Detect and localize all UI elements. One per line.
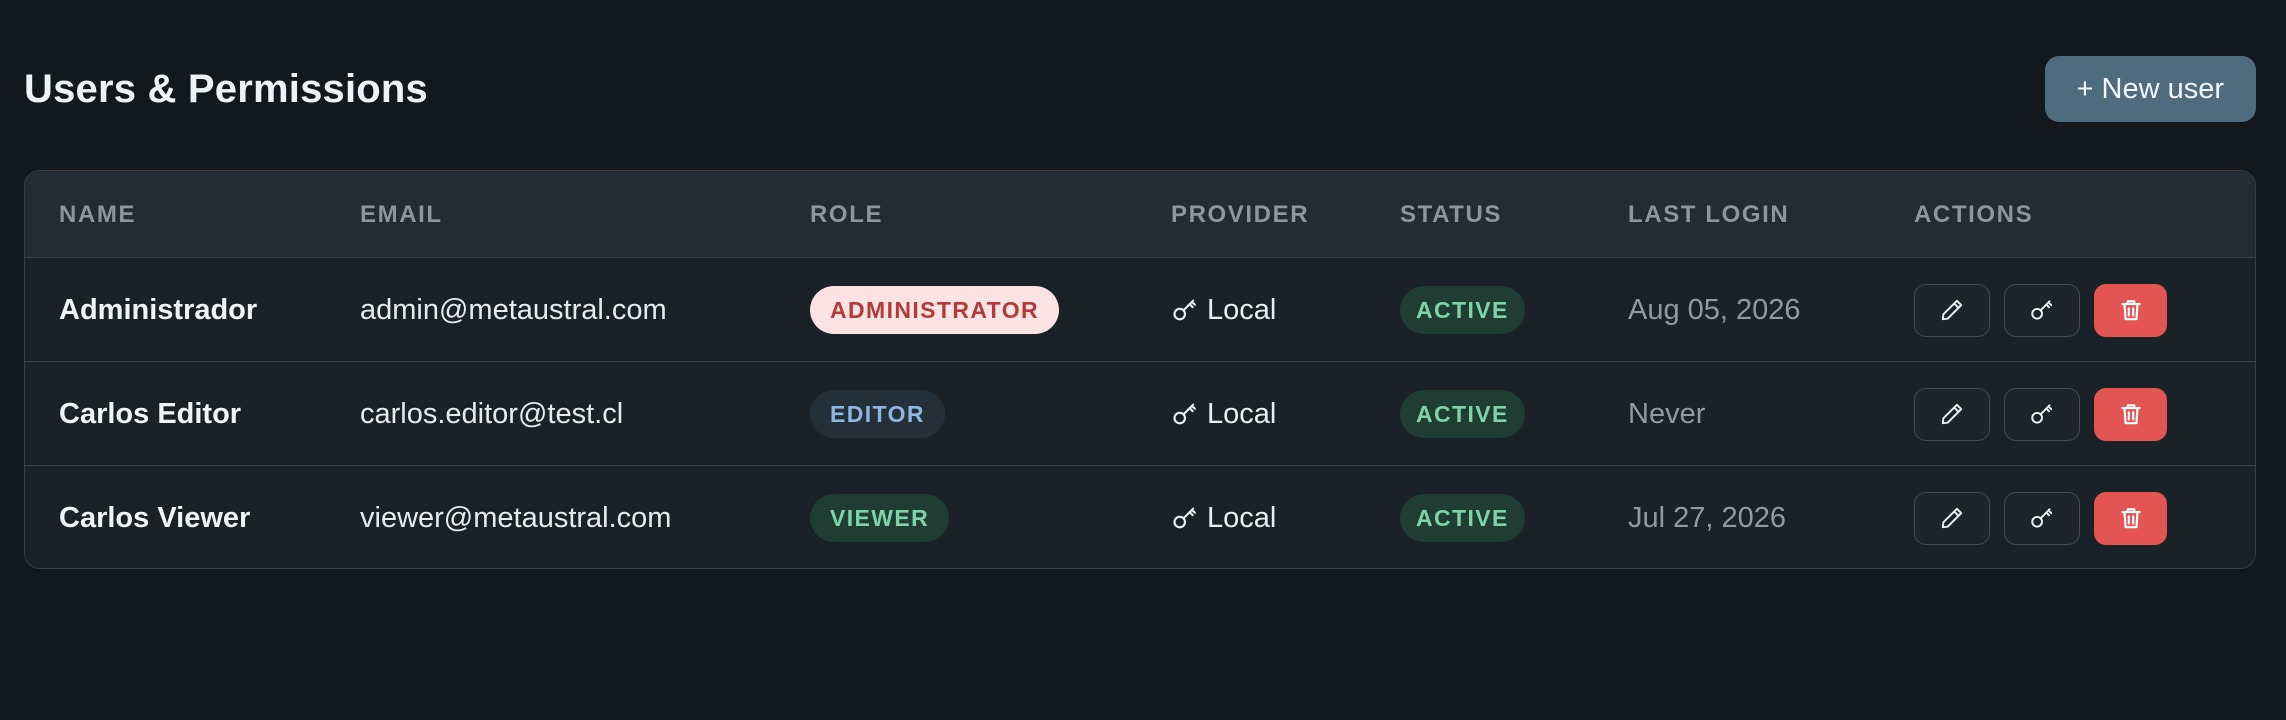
column-header-role[interactable]: ROLE — [810, 171, 883, 258]
row-actions — [1914, 491, 2167, 545]
provider-label: Local — [1207, 501, 1277, 534]
page-header: Users & Permissions + New user — [24, 56, 2256, 122]
column-header-email[interactable]: EMAIL — [360, 171, 443, 258]
user-name: Carlos Viewer — [59, 501, 251, 534]
users-permissions-page: Users & Permissions + New user NAME EMAI… — [0, 0, 2286, 720]
last-login: Jul 27, 2026 — [1628, 501, 1787, 534]
key-icon — [2029, 401, 2055, 427]
reset-password-button[interactable] — [2004, 491, 2080, 545]
column-header-name[interactable]: NAME — [59, 171, 136, 258]
key-icon — [1171, 296, 1199, 324]
trash-icon — [2118, 505, 2144, 531]
provider-label: Local — [1207, 397, 1277, 430]
user-email: carlos.editor@test.cl — [360, 397, 624, 430]
provider: Local — [1171, 294, 1276, 327]
edit-user-button[interactable] — [1914, 387, 1990, 441]
row-actions — [1914, 283, 2167, 337]
provider: Local — [1171, 398, 1276, 431]
last-login: Aug 05, 2026 — [1628, 293, 1801, 326]
new-user-button[interactable]: + New user — [2044, 56, 2256, 122]
trash-icon — [2118, 297, 2144, 323]
role-badge: VIEWER — [810, 494, 950, 542]
pencil-icon — [1939, 505, 1965, 531]
role-badge: EDITOR — [810, 390, 945, 438]
key-icon — [1171, 400, 1199, 428]
column-header-provider[interactable]: PROVIDER — [1171, 171, 1309, 258]
reset-password-button[interactable] — [2004, 283, 2080, 337]
edit-user-button[interactable] — [1914, 491, 1990, 545]
user-name: Carlos Editor — [59, 397, 242, 430]
users-table: NAME EMAIL ROLE PROVIDER STATUS LAST LOG… — [24, 170, 2256, 569]
key-icon — [2029, 505, 2055, 531]
column-header-last-login[interactable]: LAST LOGIN — [1628, 171, 1789, 258]
table-row: Administrador admin@metaustral.com ADMIN… — [25, 258, 2255, 362]
status-badge: ACTIVE — [1400, 390, 1525, 438]
user-email: admin@metaustral.com — [360, 293, 667, 326]
column-header-status[interactable]: STATUS — [1400, 171, 1502, 258]
table-row: Carlos Editor carlos.editor@test.cl EDIT… — [25, 362, 2255, 466]
last-login: Never — [1628, 397, 1706, 430]
role-badge: ADMINISTRATOR — [810, 286, 1060, 334]
edit-user-button[interactable] — [1914, 283, 1990, 337]
delete-user-button[interactable] — [2094, 491, 2167, 545]
user-email: viewer@metaustral.com — [360, 501, 672, 534]
reset-password-button[interactable] — [2004, 387, 2080, 441]
status-badge: ACTIVE — [1400, 286, 1525, 334]
table-header: NAME EMAIL ROLE PROVIDER STATUS LAST LOG… — [25, 171, 2255, 258]
delete-user-button[interactable] — [2094, 283, 2167, 337]
key-icon — [2029, 297, 2055, 323]
key-icon — [1171, 504, 1199, 532]
pencil-icon — [1939, 297, 1965, 323]
pencil-icon — [1939, 401, 1965, 427]
trash-icon — [2118, 401, 2144, 427]
provider: Local — [1171, 502, 1276, 535]
delete-user-button[interactable] — [2094, 387, 2167, 441]
status-badge: ACTIVE — [1400, 494, 1525, 542]
table-body: Administrador admin@metaustral.com ADMIN… — [25, 258, 2255, 568]
provider-label: Local — [1207, 293, 1277, 326]
column-header-actions: ACTIONS — [1914, 200, 2034, 228]
user-name: Administrador — [59, 293, 258, 326]
page-title: Users & Permissions — [24, 66, 428, 111]
row-actions — [1914, 387, 2167, 441]
table-row: Carlos Viewer viewer@metaustral.com VIEW… — [25, 466, 2255, 568]
